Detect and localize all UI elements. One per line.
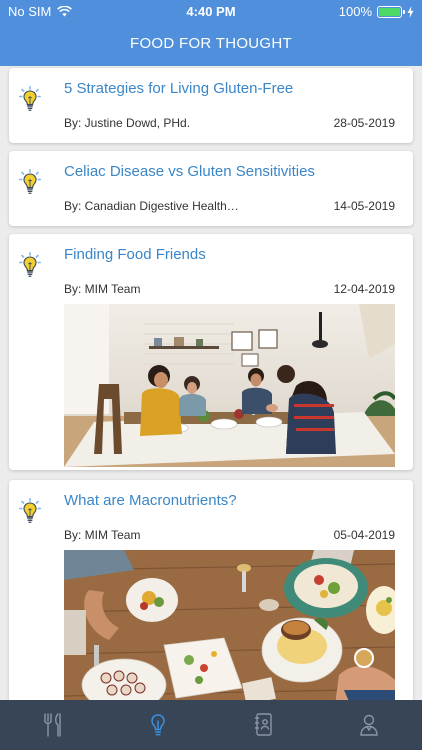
tab-journal[interactable] — [211, 700, 317, 750]
top-bar: No SIM 4:40 PM 100% FOOD FOR THOUGHT — [0, 0, 422, 66]
article-title[interactable]: Finding Food Friends — [64, 246, 401, 263]
tab-recipes[interactable] — [0, 700, 106, 750]
article-card[interactable]: Finding Food Friends By: MIM Team 12-04-… — [9, 234, 413, 470]
lightbulb-icon — [19, 498, 41, 523]
article-date: 14-05-2019 — [333, 199, 395, 213]
bottom-tab-bar — [0, 700, 422, 750]
article-card[interactable]: What are Macronutrients? By: MIM Team 05… — [9, 480, 413, 700]
battery-percent: 100% — [338, 4, 372, 19]
friends-dining-photo[interactable] — [64, 304, 395, 467]
article-title[interactable]: 5 Strategies for Living Gluten-Free — [64, 80, 401, 97]
notebook-icon — [254, 713, 272, 736]
article-feed[interactable]: 5 Strategies for Living Gluten-Free By: … — [0, 66, 422, 700]
battery-icon — [377, 5, 405, 18]
page-title: FOOD FOR THOUGHT — [129, 35, 292, 52]
article-title[interactable]: Celiac Disease vs Gluten Sensitivities — [64, 163, 401, 180]
lightbulb-icon — [151, 714, 166, 736]
food-table-photo[interactable] — [64, 550, 395, 700]
lightbulb-icon — [19, 169, 41, 194]
status-bar: No SIM 4:40 PM 100% — [0, 0, 422, 24]
charging-icon — [407, 5, 414, 18]
tab-food-for-thought[interactable] — [106, 700, 212, 750]
article-author: By: MIM Team — [64, 282, 141, 296]
tab-profile[interactable] — [317, 700, 422, 750]
article-author: By: Canadian Digestive Health… — [64, 199, 239, 213]
article-card[interactable]: 5 Strategies for Living Gluten-Free By: … — [9, 68, 413, 143]
article-author: By: MIM Team — [64, 528, 141, 542]
article-title[interactable]: What are Macronutrients? — [64, 492, 401, 509]
article-date: 12-04-2019 — [333, 282, 395, 296]
lightbulb-icon — [19, 252, 41, 277]
article-author: By: Justine Dowd, PHd. — [64, 116, 191, 130]
article-card[interactable]: Celiac Disease vs Gluten Sensitivities B… — [9, 151, 413, 226]
article-date: 05-04-2019 — [333, 528, 395, 542]
lightbulb-icon — [19, 86, 41, 111]
article-date: 28-05-2019 — [333, 116, 395, 130]
fork-knife-icon — [44, 713, 61, 737]
profile-icon — [360, 714, 378, 736]
